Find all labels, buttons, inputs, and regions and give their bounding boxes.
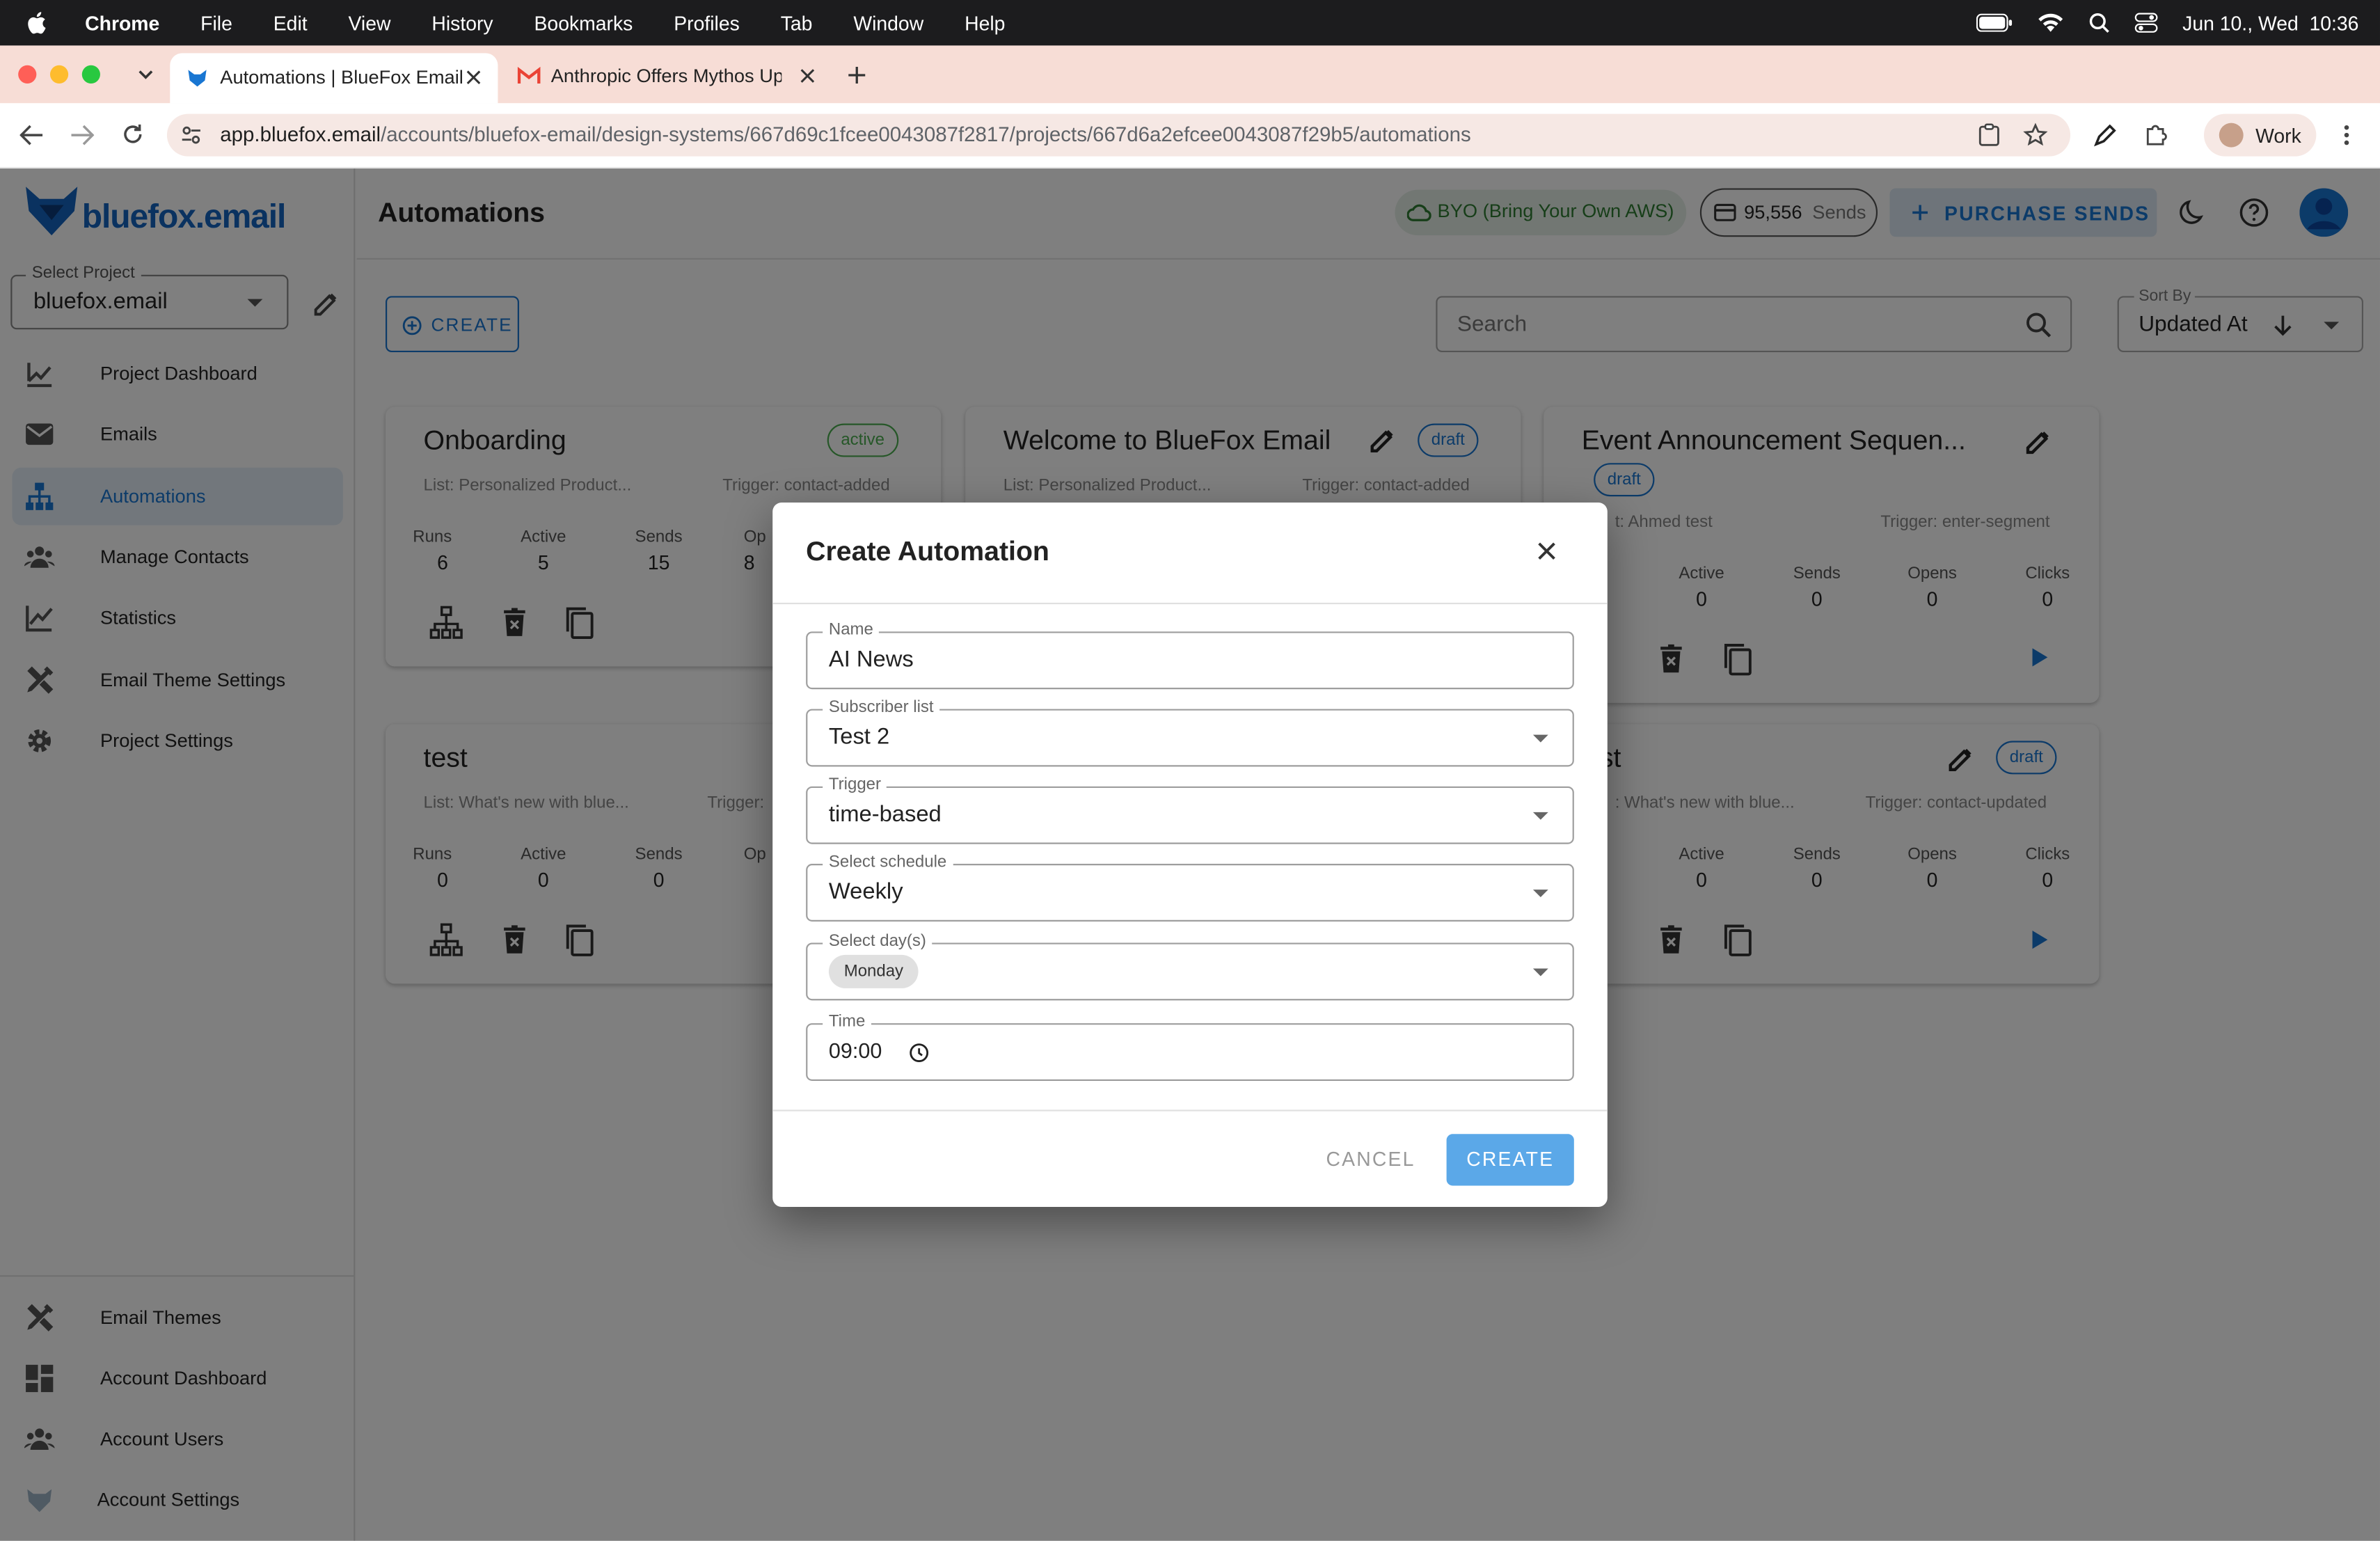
profile-label: Work	[2255, 124, 2301, 148]
menu-datetime[interactable]: Jun 10., Wed 10:36	[2182, 11, 2358, 34]
pen-extension-icon[interactable]	[2093, 123, 2118, 148]
spotlight-search-icon[interactable]	[2088, 12, 2110, 33]
trigger-select[interactable]: Trigger time-based	[806, 775, 1574, 844]
url-host: app.bluefox.email	[220, 123, 381, 146]
trigger-value: time-based	[828, 801, 942, 828]
name-field[interactable]: Name AI News	[806, 621, 1574, 690]
reload-icon[interactable]	[121, 123, 144, 146]
forward-arrow-icon[interactable]	[70, 125, 95, 146]
window-minimize-button[interactable]	[49, 65, 69, 84]
menu-tab[interactable]: Tab	[781, 11, 813, 34]
battery-icon[interactable]	[1976, 13, 2013, 32]
gmail-favicon-icon	[517, 66, 541, 84]
create-automation-dialog: Create Automation Name AI News Subscribe…	[772, 502, 1608, 1207]
clipboard-icon[interactable]	[1978, 123, 2001, 148]
subscriber-list-label: Subscriber list	[823, 698, 940, 717]
tab-close-icon[interactable]	[466, 70, 482, 85]
trigger-label: Trigger	[823, 775, 887, 794]
time-value: 09:00	[828, 1038, 882, 1063]
day-chip[interactable]: Monday	[828, 954, 919, 988]
chevron-down-icon	[1532, 734, 1548, 743]
create-button[interactable]: CREATE	[1446, 1134, 1574, 1186]
dialog-title: Create Automation	[806, 535, 1049, 567]
tab-title: Automations | BlueFox Email	[220, 66, 463, 88]
bookmark-star-icon[interactable]	[2023, 123, 2048, 148]
url-text[interactable]: app.bluefox.email/accounts/bluefox-email…	[220, 123, 1470, 146]
name-value: AI News	[828, 647, 914, 673]
dialog-divider	[772, 602, 1608, 605]
window-zoom-button[interactable]	[81, 65, 100, 84]
menu-help[interactable]: Help	[965, 11, 1005, 34]
bluefox-favicon-icon	[188, 70, 207, 87]
profile-avatar	[2219, 123, 2244, 148]
profile-chip[interactable]: Work	[2203, 113, 2317, 157]
menu-view[interactable]: View	[349, 11, 391, 34]
days-label: Select day(s)	[823, 932, 933, 951]
subscriber-list-value: Test 2	[828, 724, 890, 750]
apple-icon[interactable]	[24, 9, 51, 36]
menu-window[interactable]: Window	[853, 11, 923, 34]
chrome-menu-icon[interactable]	[2340, 123, 2352, 148]
back-arrow-icon[interactable]	[19, 125, 44, 146]
cancel-button[interactable]: CANCEL	[1325, 1134, 1416, 1185]
tab-close-icon[interactable]	[800, 68, 815, 84]
schedule-label: Select schedule	[823, 853, 953, 871]
macos-menu-bar: Chrome File Edit View History Bookmarks …	[0, 0, 2380, 46]
tab-title: Anthropic Offers Mythos Upg	[550, 65, 782, 87]
menu-bookmarks[interactable]: Bookmarks	[534, 11, 633, 34]
browser-tab-active[interactable]: Automations | BlueFox Email	[170, 53, 498, 104]
new-tab-icon[interactable]	[847, 65, 866, 85]
menu-edit[interactable]: Edit	[273, 11, 308, 34]
menu-profiles[interactable]: Profiles	[674, 11, 740, 34]
close-icon[interactable]	[1537, 542, 1555, 560]
menu-history[interactable]: History	[431, 11, 493, 34]
menu-app-name[interactable]: Chrome	[85, 11, 159, 34]
chevron-down-icon	[1532, 968, 1548, 977]
wifi-icon[interactable]	[2037, 12, 2064, 33]
chevron-down-icon	[1532, 812, 1548, 820]
url-path: /accounts/bluefox-email/design-systems/6…	[381, 123, 1471, 146]
control-center-icon[interactable]	[2134, 12, 2158, 33]
time-field[interactable]: Time 09:00	[806, 1012, 1574, 1081]
site-info-icon[interactable]	[181, 125, 203, 146]
window-close-button[interactable]	[18, 65, 37, 84]
tab-search-chevron-icon[interactable]	[136, 67, 154, 82]
chevron-down-icon	[1532, 890, 1548, 898]
days-select[interactable]: Select day(s) Monday	[806, 932, 1574, 1001]
subscriber-list-select[interactable]: Subscriber list Test 2	[806, 698, 1574, 767]
dialog-divider	[772, 1109, 1608, 1112]
schedule-select[interactable]: Select schedule Weekly	[806, 853, 1574, 922]
extensions-puzzle-icon[interactable]	[2143, 123, 2168, 148]
time-label: Time	[823, 1012, 872, 1031]
clock-icon[interactable]	[909, 1043, 929, 1063]
name-label: Name	[823, 621, 880, 640]
schedule-value: Weekly	[828, 878, 903, 905]
browser-tab-inactive[interactable]: Anthropic Offers Mythos Upg	[507, 53, 828, 98]
menu-file[interactable]: File	[200, 11, 232, 34]
